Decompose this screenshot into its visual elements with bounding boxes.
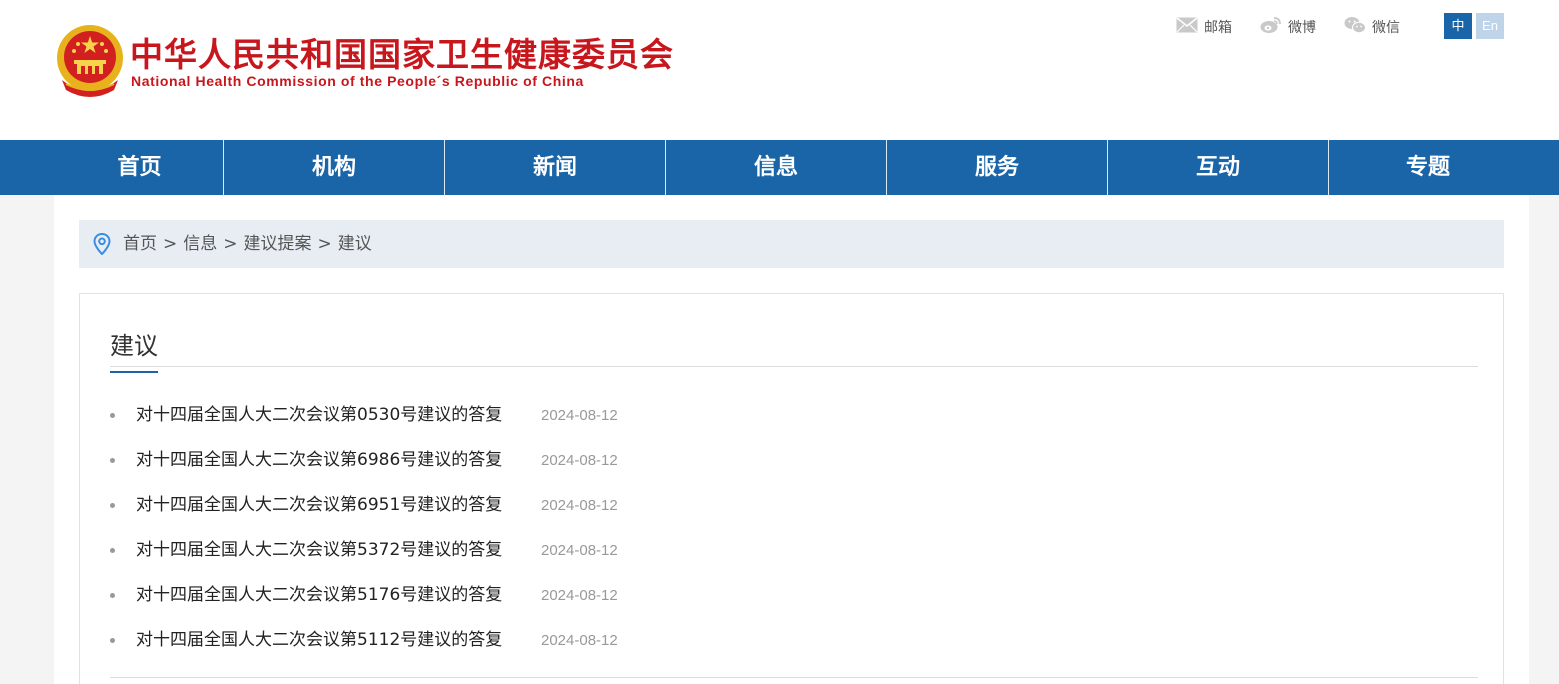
nav-item-services[interactable]: 服务 [887,140,1107,195]
breadcrumb-proposals[interactable]: 建议提案 [244,234,312,254]
breadcrumb-separator: > [163,234,178,254]
breadcrumb: 首页 > 信息 > 建议提案 > 建议 [79,220,1504,268]
suggestions-panel: 建议 对十四届全国人大二次会议第0530号建议的答复 2024-08-12 对十… [79,293,1504,684]
list-item-date: 2024-08-12 [541,407,618,424]
list-item-link[interactable]: 对十四届全国人大二次会议第5176号建议的答复 [136,581,502,609]
mail-icon [1176,17,1204,37]
list-item-date: 2024-08-12 [541,632,618,649]
bullet-dot [110,593,115,598]
bullet-dot [110,458,115,463]
site-title-chinese[interactable]: 中华人民共和国国家卫生健康委员会 [130,28,674,76]
list-item: 对十四届全国人大二次会议第6951号建议的答复 2024-08-12 [110,491,1478,536]
bullet-dot [110,503,115,508]
weibo-link-label: 微博 [1288,20,1316,36]
breadcrumb-trail: 首页 > 信息 > 建议提案 > 建议 [123,220,372,268]
nav-item-organization[interactable]: 机构 [224,140,444,195]
nav-item-information[interactable]: 信息 [666,140,886,195]
breadcrumb-separator: > [317,234,332,254]
list-item: 对十四届全国人大二次会议第5176号建议的答复 2024-08-12 [110,581,1478,626]
list-item-link[interactable]: 对十四届全国人大二次会议第5372号建议的答复 [136,536,502,564]
nav-item-interaction[interactable]: 互动 [1108,140,1328,195]
list-item-date: 2024-08-12 [541,587,618,604]
mail-link[interactable]: 邮箱 [1176,17,1232,37]
nav-item-news[interactable]: 新闻 [445,140,665,195]
list-item-link[interactable]: 对十四届全国人大二次会议第6986号建议的答复 [136,446,502,474]
list-bottom-divider [110,677,1478,678]
list-item-link[interactable]: 对十四届全国人大二次会议第6951号建议的答复 [136,491,502,519]
breadcrumb-home[interactable]: 首页 [123,234,157,254]
suggestion-list: 对十四届全国人大二次会议第0530号建议的答复 2024-08-12 对十四届全… [110,401,1478,671]
language-chinese-button[interactable]: 中 [1444,13,1472,39]
breadcrumb-current: 建议 [337,234,372,254]
list-item-date: 2024-08-12 [541,542,618,559]
mail-link-label: 邮箱 [1204,20,1232,36]
main-nav: 首页 机构 新闻 信息 服务 互动 专题 [0,140,1559,195]
list-item-date: 2024-08-12 [541,452,618,469]
title-divider [110,366,1478,367]
bullet-dot [110,548,115,553]
site-title-english[interactable]: National Health Commission of the People… [131,73,584,89]
weibo-icon [1260,16,1288,38]
main-content: 首页 > 信息 > 建议提案 > 建议 建议 对十四届全国人大二次会议第0530号建议的答复… [54,195,1529,684]
wechat-link[interactable]: 微信 [1344,16,1400,38]
list-item: 对十四届全国人大二次会议第5372号建议的答复 2024-08-12 [110,536,1478,581]
nav-item-home[interactable]: 首页 [56,140,223,195]
list-item: 对十四届全国人大二次会议第6986号建议的答复 2024-08-12 [110,446,1478,491]
list-item: 对十四届全国人大二次会议第5112号建议的答复 2024-08-12 [110,626,1478,671]
wechat-link-label: 微信 [1372,20,1400,36]
list-item-link[interactable]: 对十四届全国人大二次会议第0530号建议的答复 [136,401,502,429]
site-header: 中华人民共和国国家卫生健康委员会 National Health Commiss… [0,0,1559,140]
bullet-dot [110,638,115,643]
breadcrumb-information[interactable]: 信息 [183,234,217,254]
wechat-icon [1344,16,1372,38]
top-links: 邮箱 微博 微信 [1176,16,1428,38]
list-item: 对十四届全国人大二次会议第0530号建议的答复 2024-08-12 [110,401,1478,446]
list-item-date: 2024-08-12 [541,497,618,514]
location-pin-icon [93,232,111,259]
nav-item-topics[interactable]: 专题 [1329,140,1527,195]
list-item-link[interactable]: 对十四届全国人大二次会议第5112号建议的答复 [136,626,502,654]
weibo-link[interactable]: 微博 [1260,16,1316,38]
breadcrumb-separator: > [223,234,238,254]
national-emblem-logo[interactable] [54,22,126,98]
bullet-dot [110,413,115,418]
language-english-button[interactable]: En [1476,13,1504,39]
